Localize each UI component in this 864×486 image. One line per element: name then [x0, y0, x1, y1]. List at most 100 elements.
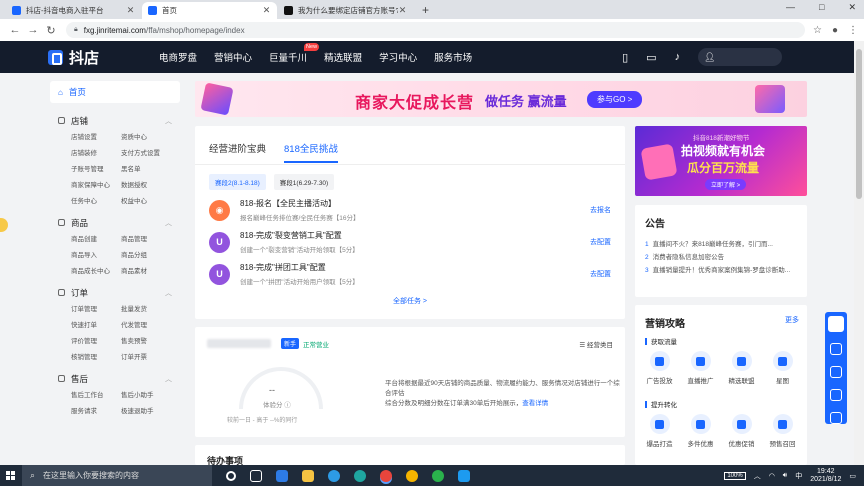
edge-icon[interactable] — [354, 469, 366, 482]
browser-tab-2[interactable]: 我为什么要绑定店铺官方账号? ✕ — [278, 2, 413, 19]
close-window-button[interactable]: ✕ — [848, 2, 856, 13]
sidebar-link[interactable]: 商品创建 — [71, 233, 121, 243]
marketing-tool[interactable]: 广告投放 — [641, 351, 679, 385]
wechat-icon[interactable] — [432, 469, 444, 482]
tab-close-icon[interactable]: ✕ — [398, 5, 407, 16]
windows-start-icon[interactable] — [0, 465, 22, 486]
category-link[interactable]: ☰ 经营类目 — [579, 339, 613, 349]
sidebar-link[interactable]: 商品素材 — [121, 265, 180, 275]
help-icon[interactable] — [830, 389, 842, 401]
edge-legacy-icon[interactable] — [328, 469, 340, 482]
wifi-icon[interactable]: ◠ — [769, 472, 775, 480]
menu-item-marketing[interactable]: 营销中心 — [214, 50, 252, 64]
page-scrollbar[interactable] — [854, 41, 864, 465]
menu-item-qianchuan[interactable]: 巨量千川 New — [269, 43, 320, 64]
chrome-alt-icon[interactable] — [406, 469, 418, 482]
clock[interactable]: 19:42 2021/8/12 — [810, 468, 841, 484]
sidebar-link[interactable]: 服务请求 — [71, 405, 121, 415]
send-icon[interactable] — [458, 469, 470, 482]
sidebar-link[interactable]: 权益中心 — [121, 195, 180, 205]
menu-item-learning[interactable]: 学习中心 — [379, 50, 417, 64]
sidebar-link[interactable]: 极速退助手 — [121, 405, 180, 415]
doudian-logo[interactable]: 抖店 — [48, 47, 99, 68]
tab-growth-guide[interactable]: 经营进阶宝典 — [209, 141, 266, 163]
mail-icon[interactable] — [276, 469, 288, 482]
tray-arrow-icon[interactable]: ︿ — [754, 471, 761, 481]
task-action-link[interactable]: 去配置 — [590, 237, 611, 247]
sidebar-link[interactable]: 资质中心 — [121, 131, 180, 141]
url-field[interactable]: 🔒︎ fxg.jinritemai.com/ffa/mshop/homepage… — [66, 22, 805, 38]
volume-icon[interactable]: 🔊︎ — [783, 472, 787, 480]
banner-join-button[interactable]: 参与GO > — [587, 91, 643, 108]
notice-item[interactable]: 3 直播销量提升！优秀商家案例集锦-罗盘诊断助... — [645, 264, 801, 277]
sidebar-link[interactable]: 商品分组 — [121, 249, 180, 259]
tab-close-icon[interactable]: ✕ — [126, 5, 135, 16]
sidebar-link[interactable]: 黑名单 — [121, 163, 180, 173]
notice-item[interactable]: 1 直播间不火？来818巅峰任务赛，引门而... — [645, 238, 801, 251]
task-action-link[interactable]: 去配置 — [590, 269, 611, 279]
feedback-icon[interactable] — [830, 412, 842, 424]
sidebar-link[interactable]: 店铺装修 — [71, 147, 121, 157]
sidebar-group-header[interactable]: 店铺 ︿ — [50, 113, 180, 128]
taskbar-search[interactable]: ⌕ 在这里输入你要搜索的内容 — [22, 465, 212, 486]
forward-arrow-icon[interactable]: → — [24, 24, 42, 36]
sidebar-link[interactable]: 售后小助手 — [121, 389, 180, 399]
tab-close-icon[interactable]: ✕ — [262, 5, 271, 16]
sidebar-link[interactable]: 售后工作台 — [71, 389, 121, 399]
profile-icon[interactable]: ● — [832, 25, 838, 36]
sidebar-link[interactable]: 商家保障中心 — [71, 179, 121, 189]
promo-banner[interactable]: 抖音818新潮好物节 拍视频就有机会 瓜分百万流量 立即了解 > — [635, 126, 807, 196]
view-details-link[interactable]: 查看详情 — [522, 400, 548, 407]
sidebar-link[interactable]: 评价管理 — [71, 335, 121, 345]
sidebar-link[interactable]: 核销管理 — [71, 351, 121, 361]
task-action-link[interactable]: 去报名 — [590, 205, 611, 215]
task-view-icon[interactable] — [250, 469, 262, 482]
mobile-icon[interactable]: ▯ — [622, 51, 628, 64]
user-account-pill[interactable]: 👤︎ — [698, 48, 783, 66]
chrome-icon[interactable] — [380, 469, 392, 482]
battery-icon[interactable]: 100% — [724, 471, 746, 480]
promo-button[interactable]: 立即了解 > — [705, 179, 747, 190]
sidebar-link[interactable]: 商品成长中心 — [71, 265, 121, 275]
stage-chip[interactable]: 赛段1(6.29-7.30) — [273, 174, 335, 190]
book-icon[interactable] — [830, 343, 842, 355]
sidebar-link[interactable]: 订单开票 — [121, 351, 180, 361]
bell-icon[interactable]: ♪ — [675, 51, 681, 63]
browser-tab-0[interactable]: 抖店-抖音电商入驻平台 ✕ — [6, 2, 141, 19]
more-link[interactable]: 更多 — [785, 315, 799, 325]
all-tasks-link[interactable]: 全部任务 > — [195, 296, 625, 306]
sidebar-link[interactable]: 子账号管理 — [71, 163, 121, 173]
marketing-tool[interactable]: 爆品打造 — [641, 414, 679, 448]
marketing-tool[interactable]: 精选联盟 — [723, 351, 761, 385]
notification-icon[interactable]: ▭ — [849, 472, 856, 480]
marketing-tool[interactable]: 预售召回 — [764, 414, 802, 448]
sidebar-link[interactable]: 支付方式设置 — [121, 147, 180, 157]
ime-indicator[interactable]: 中 — [795, 471, 802, 481]
stage-chip[interactable]: 赛段2(8.1-8.18) — [209, 174, 266, 190]
marketing-tool[interactable]: 直播推广 — [682, 351, 720, 385]
sidebar-group-header[interactable]: 售后 ︿ — [50, 371, 180, 386]
browser-tab-1[interactable]: 首页 ✕ — [142, 2, 277, 19]
sidebar-link[interactable]: 订单管理 — [71, 303, 121, 313]
sidebar-link[interactable]: 任务中心 — [71, 195, 121, 205]
cortana-icon[interactable] — [226, 470, 236, 481]
sidebar-link[interactable]: 售卖预警 — [121, 335, 180, 345]
menu-item-alliance[interactable]: 精选联盟 — [324, 50, 362, 64]
message-icon[interactable]: ▭ — [646, 51, 656, 64]
file-explorer-icon[interactable] — [302, 469, 314, 482]
sidebar-link[interactable]: 店铺设置 — [71, 131, 121, 141]
sidebar-link[interactable]: 商品导入 — [71, 249, 121, 259]
marketing-tool[interactable]: 星图 — [764, 351, 802, 385]
sidebar-link[interactable]: 批量发货 — [121, 303, 180, 313]
sidebar-item-home[interactable]: ⌂ 首页 — [50, 81, 180, 103]
notice-item[interactable]: 2 消费者隐私信息加密公告 — [645, 251, 801, 264]
scrollbar-thumb[interactable] — [856, 49, 862, 199]
marketing-tool[interactable]: 优惠促销 — [723, 414, 761, 448]
new-tab-button[interactable]: + — [422, 2, 429, 19]
sidebar-link[interactable]: 数据授权 — [121, 179, 180, 189]
sidebar-link[interactable]: 快速打单 — [71, 319, 121, 329]
menu-item-compass[interactable]: 电商罗盘 — [159, 50, 197, 64]
back-arrow-icon[interactable]: ← — [6, 24, 24, 36]
reload-icon[interactable]: ↻ — [42, 24, 60, 37]
browser-menu-icon[interactable]: ⋮ — [848, 25, 858, 36]
